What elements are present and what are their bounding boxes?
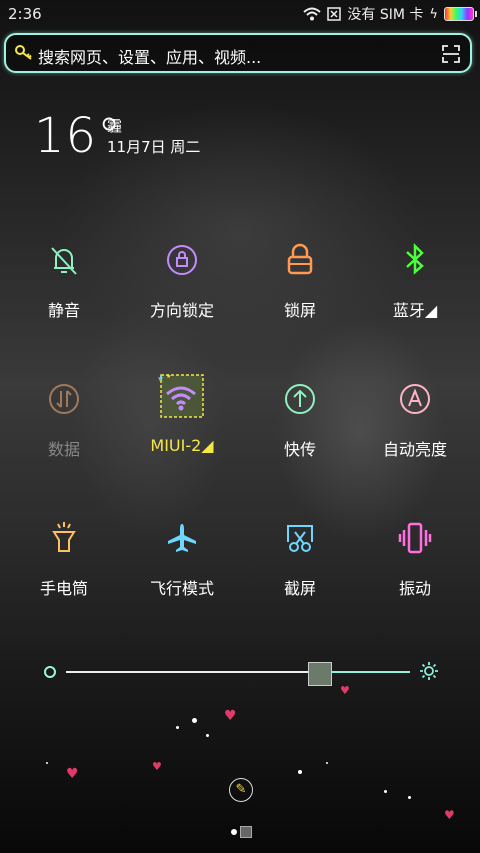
sparkle-decoration	[206, 734, 209, 737]
brightness-track-fill	[332, 671, 410, 673]
tile-flashlight-label: 手电筒	[39, 579, 88, 598]
search-bar[interactable]: 搜索网页、设置、应用、视频...	[4, 33, 472, 73]
tile-mute[interactable]: 静音	[9, 240, 119, 340]
heart-decoration: ♥	[444, 808, 455, 822]
no-sim-icon	[327, 7, 342, 21]
search-input[interactable]: 搜索网页、设置、应用、视频...	[38, 44, 261, 68]
bell-off-icon	[51, 247, 77, 275]
tile-mute-label: 静音	[47, 301, 80, 320]
tile-screenshot-label: 截屏	[283, 579, 316, 598]
tile-auto-brightness[interactable]: 自动亮度	[360, 379, 470, 479]
bluetooth-icon	[406, 242, 424, 275]
page-dot-thumbnail	[240, 826, 252, 838]
sparkle-decoration	[298, 770, 302, 774]
status-time: 2:36	[8, 5, 42, 23]
tile-quick-transfer-label: 快传	[283, 440, 316, 459]
tile-bluetooth-label: 蓝牙◢	[392, 301, 438, 320]
tile-vibrate[interactable]: 振动	[360, 518, 470, 618]
tile-screenshot[interactable]: 截屏	[245, 518, 355, 618]
page-dot	[231, 829, 237, 835]
tile-rotation-lock-label: 方向锁定	[149, 301, 214, 320]
sparkle-decoration	[326, 762, 328, 764]
sparkle-decoration	[46, 762, 48, 764]
lock-icon	[287, 243, 313, 275]
svg-text:★: ★	[166, 373, 171, 380]
svg-text:★: ★	[157, 374, 164, 383]
flashlight-icon	[52, 522, 76, 552]
tile-wifi[interactable]: ★ ★ MIUI-2◢	[127, 372, 237, 472]
brightness-thumb[interactable]	[308, 662, 332, 686]
heart-decoration: ♥	[66, 766, 79, 782]
heart-decoration: ♥	[340, 684, 350, 697]
tile-data[interactable]: 数据	[9, 379, 119, 479]
sparkle-decoration	[408, 796, 411, 799]
weather-date: 11月7日 周二	[107, 138, 201, 156]
status-icons: 没有 SIM 卡 ϟ	[303, 4, 477, 24]
tile-vibrate-label: 振动	[398, 579, 431, 598]
heart-decoration: ♥	[152, 760, 162, 773]
edit-tiles-wrench-icon[interactable]: ✎	[229, 778, 253, 802]
scan-icon[interactable]	[442, 45, 460, 63]
tile-lock-screen-label: 锁屏	[283, 301, 316, 320]
mobile-data-icon	[49, 384, 79, 414]
tile-airplane[interactable]: 飞行模式	[127, 518, 237, 618]
rotation-lock-icon	[167, 245, 197, 275]
brightness-high-icon	[420, 662, 438, 680]
sparkle-decoration	[176, 726, 179, 729]
airplane-icon	[168, 524, 196, 552]
upload-circle-icon	[285, 384, 315, 414]
screenshot-scissors-icon	[287, 525, 313, 552]
sparkle-decoration	[192, 718, 197, 723]
battery-icon	[444, 7, 477, 21]
auto-brightness-icon	[400, 384, 430, 414]
tile-data-label: 数据	[47, 440, 80, 459]
vibrate-icon	[398, 522, 432, 554]
brightness-slider[interactable]	[42, 660, 442, 686]
tile-airplane-label: 飞行模式	[149, 579, 214, 598]
sparkle-decoration	[384, 790, 387, 793]
wifi-icon: ★ ★	[157, 373, 204, 418]
tile-flashlight[interactable]: 手电筒	[9, 518, 119, 618]
status-bar: 2:36 没有 SIM 卡 ϟ	[0, 0, 480, 28]
weather-condition: 霾	[107, 117, 123, 135]
key-icon	[15, 45, 32, 60]
tile-quick-transfer[interactable]: 快传	[245, 379, 355, 479]
tile-bluetooth[interactable]: 蓝牙◢	[360, 240, 470, 340]
carrier-text: 没有 SIM 卡	[347, 7, 424, 23]
wifi-signal-icon	[303, 7, 322, 21]
tile-wifi-label: MIUI-2◢	[150, 436, 214, 455]
heart-decoration: ♥	[224, 708, 237, 724]
page-indicator	[231, 826, 252, 838]
brightness-low-icon	[44, 666, 56, 678]
tile-auto-brightness-label: 自动亮度	[382, 440, 447, 459]
charging-icon: ϟ	[429, 6, 438, 22]
tile-lock-screen[interactable]: 锁屏	[245, 240, 355, 340]
tile-rotation-lock[interactable]: 方向锁定	[127, 240, 237, 340]
